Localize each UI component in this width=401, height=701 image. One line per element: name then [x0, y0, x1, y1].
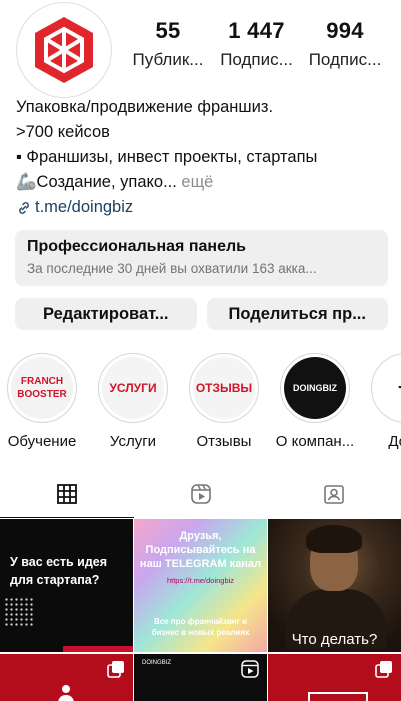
- tab-tagged[interactable]: [267, 470, 401, 518]
- post-text: У вас есть идея для стартапа?: [10, 555, 108, 587]
- post-text: Все про франчайзинг и бизнес в новых реа…: [151, 617, 250, 637]
- highlight-label: О компан...: [275, 433, 355, 450]
- highlight-cover-text: ОТЗЫВЫ: [193, 357, 255, 419]
- stat-followers-value: 1 447: [228, 18, 285, 43]
- stat-followers[interactable]: 1 447 Подпис...: [213, 18, 301, 70]
- stat-following[interactable]: 994 Подпис...: [301, 18, 389, 70]
- post-thumbnail[interactable]: [268, 654, 401, 701]
- profile-avatar[interactable]: [16, 2, 112, 98]
- frame-shape: [308, 692, 368, 701]
- story-highlights: FRANCH BOOSTER Обучение УСЛУГИ Услуги ОТ…: [0, 353, 401, 453]
- professional-dashboard[interactable]: Профессиональная панель За последние 30 …: [15, 230, 388, 286]
- profile-name: Упаковка/продвижение франшиз.: [16, 98, 274, 116]
- highlight-item[interactable]: DOINGBIZ О компан...: [273, 353, 357, 450]
- stat-posts-label: Публик...: [132, 50, 204, 69]
- post-thumbnail[interactable]: У вас есть идея для стартапа?: [0, 519, 133, 652]
- plus-icon: +: [375, 357, 401, 419]
- profile-bio: Упаковка/продвижение франшиз. >700 кейсо…: [16, 95, 391, 220]
- grid-icon: [56, 484, 77, 504]
- bio-line-3: 🦾Создание, упако... ещё: [16, 170, 391, 195]
- bio-line-2: ▪ Франшизы, инвест проекты, стартапы: [16, 148, 318, 166]
- reel-indicator-icon: [241, 660, 259, 678]
- highlight-label: Отзывы: [196, 433, 252, 450]
- post-caption: Что делать?: [291, 631, 378, 648]
- brand-logo-icon: [35, 17, 93, 83]
- stat-followers-label: Подпис...: [220, 50, 293, 69]
- highlight-add[interactable]: + Доба: [364, 353, 401, 450]
- profile-actions: Редактироват... Поделиться пр...: [15, 298, 388, 330]
- stat-posts[interactable]: 55 Публик...: [124, 18, 212, 70]
- posts-grid: У вас есть идея для стартапа? Друзья, По…: [0, 519, 401, 701]
- bio-more-link[interactable]: ещё: [181, 173, 213, 191]
- reels-icon: [190, 484, 211, 504]
- carousel-icon: [107, 661, 124, 678]
- bio-link[interactable]: t.me/doingbiz: [16, 195, 391, 220]
- post-thumbnail[interactable]: DOINGBIZ: [134, 654, 267, 701]
- tab-reels[interactable]: [134, 470, 268, 518]
- highlight-cover: +: [371, 353, 401, 423]
- bio-link-text: t.me/doingbiz: [35, 198, 134, 216]
- carousel-icon: [375, 661, 392, 678]
- pro-panel-subtitle: За последние 30 дней вы охватили 163 акк…: [27, 261, 317, 276]
- post-thumbnail[interactable]: Друзья, Подписывайтесь на наш TELEGRAM к…: [134, 519, 267, 652]
- highlight-label: Услуги: [109, 433, 157, 450]
- bio-line-3-text: 🦾Создание, упако...: [16, 173, 177, 191]
- tagged-icon: [324, 485, 344, 504]
- profile-stats: 55 Публик... 1 447 Подпис... 994 Подпис.…: [124, 18, 389, 70]
- highlight-label: Обучение: [7, 433, 77, 450]
- highlight-cover-text: FRANCH BOOSTER: [11, 357, 73, 419]
- highlight-label: Доба: [388, 433, 401, 450]
- post-thumbnail[interactable]: [0, 654, 133, 701]
- post-text: Друзья, Подписывайтесь на наш TELEGRAM к…: [139, 530, 262, 570]
- pro-panel-title: Профессиональная панель: [27, 238, 246, 255]
- highlight-item[interactable]: УСЛУГИ Услуги: [91, 353, 175, 450]
- post-link-text: https://t.me/doingbiz: [166, 576, 235, 585]
- edit-profile-button[interactable]: Редактироват...: [15, 298, 197, 330]
- tab-grid[interactable]: [0, 470, 134, 518]
- accent-bar: [63, 646, 133, 652]
- stat-following-value: 994: [326, 18, 364, 43]
- bio-line-1: >700 кейсов: [16, 123, 110, 141]
- dot-pattern: [4, 597, 34, 627]
- person-hair: [306, 525, 362, 553]
- highlight-cover: FRANCH BOOSTER: [7, 353, 77, 423]
- post-thumbnail[interactable]: Что делать?: [268, 519, 401, 652]
- highlight-item[interactable]: FRANCH BOOSTER Обучение: [0, 353, 84, 450]
- highlight-item[interactable]: ОТЗЫВЫ Отзывы: [182, 353, 266, 450]
- highlight-cover: DOINGBIZ: [280, 353, 350, 423]
- person-icon: [58, 685, 74, 701]
- stat-posts-value: 55: [155, 18, 181, 43]
- highlight-cover-text: УСЛУГИ: [102, 357, 164, 419]
- highlight-cover: УСЛУГИ: [98, 353, 168, 423]
- link-icon: [19, 201, 29, 214]
- profile-tabs: [0, 470, 401, 518]
- share-profile-button[interactable]: Поделиться пр...: [206, 298, 388, 330]
- highlight-cover: ОТЗЫВЫ: [189, 353, 259, 423]
- highlight-cover-text: DOINGBIZ: [284, 357, 346, 419]
- post-brand-text: DOINGBIZ: [142, 660, 172, 666]
- stat-following-label: Подпис...: [308, 50, 382, 69]
